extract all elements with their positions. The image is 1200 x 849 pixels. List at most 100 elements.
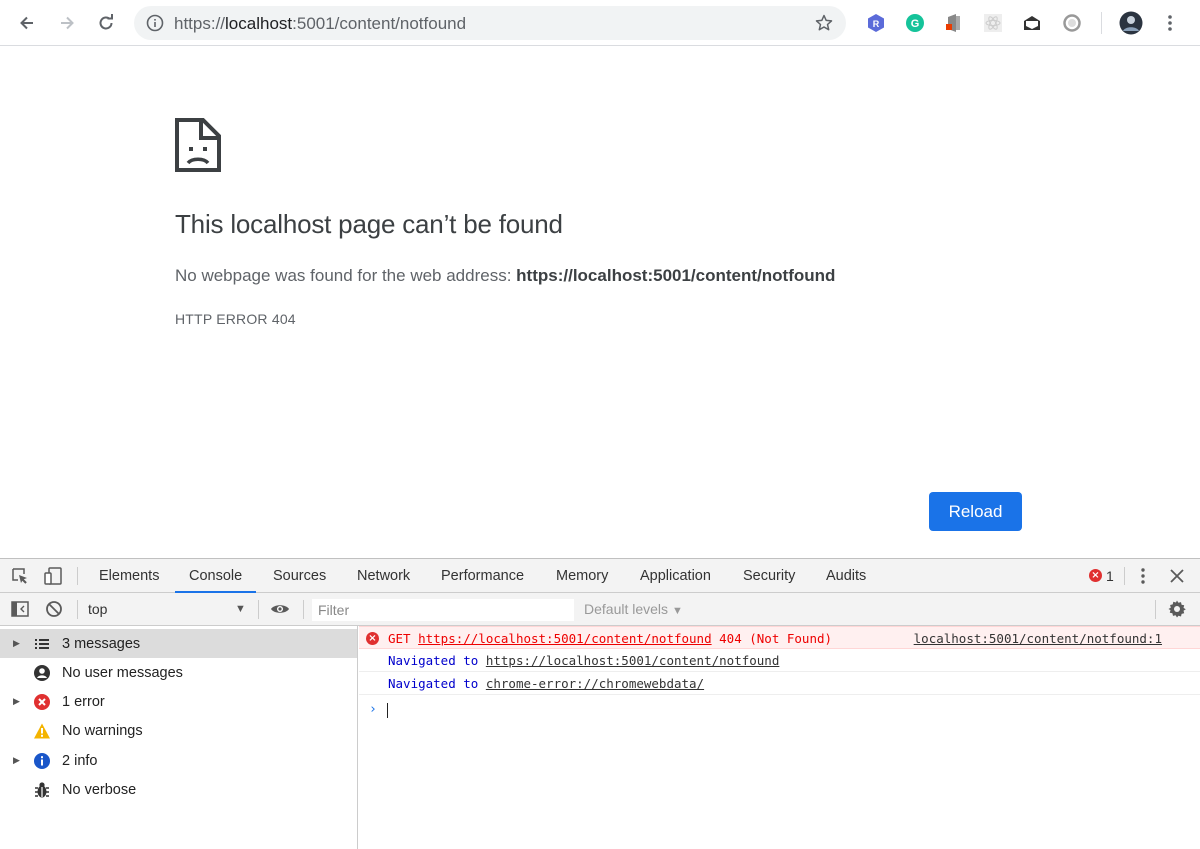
info-icon [33,752,51,770]
error-text: GET https://localhost:5001/content/notfo… [388,627,832,650]
reload-toolbar-button[interactable] [90,7,122,39]
console-sidebar: ▶ 3 messages No user messages ▶ 1 error … [0,626,358,849]
browser-menu-icon[interactable] [1160,13,1180,33]
user-icon [33,664,51,682]
log-levels-dropdown[interactable]: Default levels ▼ [584,601,683,617]
sidebar-item-label: 2 info [62,752,98,769]
tab-console[interactable]: Console [175,559,257,593]
sidebar-item-warnings[interactable]: No warnings [0,716,357,745]
navigated-label: Navigated to [388,653,479,668]
back-button[interactable] [11,7,43,39]
error-counter-icon: × [1089,569,1102,582]
address-bar[interactable]: https://localhost:5001/content/notfound [134,6,846,40]
toolbar-separator [303,600,304,619]
url-host: localhost [225,14,293,33]
log-levels-label: Default levels [584,601,669,617]
tab-application[interactable]: Application [640,559,711,593]
expand-triangle-icon[interactable]: ▶ [13,755,20,766]
tab-audits[interactable]: Audits [826,559,866,593]
console-error-message: × GET https://localhost:5001/content/not… [359,626,1200,649]
reload-button[interactable]: Reload [929,492,1022,531]
refresh-icon [99,14,113,30]
tab-memory[interactable]: Memory [556,559,608,593]
sidebar-item-label: No warnings [62,722,143,739]
forward-arrow-icon [61,16,74,30]
context-dropdown-icon[interactable]: ▼ [235,603,246,615]
console-info-message: Navigated to https://localhost:5001/cont… [359,649,1200,672]
console-info-message: Navigated to chrome-error://chromewebdat… [359,672,1200,695]
expand-triangle-icon[interactable]: ▶ [13,638,20,649]
navigated-url-link[interactable]: chrome-error://chromewebdata/ [486,676,704,691]
sidebar-item-label: 1 error [62,693,105,710]
warning-icon [33,722,51,740]
console-prompt-icon: › [369,702,377,717]
toggle-sidebar-icon[interactable] [10,599,30,619]
tab-sources[interactable]: Sources [273,559,326,593]
mail-extension-icon[interactable] [1022,13,1042,33]
error-title: This localhost page can’t be found [175,209,563,239]
filter-input[interactable] [312,599,574,621]
toolbar-separator [258,600,259,619]
error-icon: × [366,632,379,645]
console-input-caret[interactable] [387,703,388,718]
toolbar-separator [77,600,78,619]
expand-triangle-icon[interactable]: ▶ [13,696,20,707]
console-settings-gear-icon[interactable] [1167,599,1187,619]
sidebar-item-errors[interactable]: ▶ 1 error [0,687,357,716]
extension-r-icon[interactable]: R [866,13,886,33]
bookmark-star-icon[interactable] [814,13,834,33]
chevron-down-icon: ▼ [671,605,683,617]
back-arrow-icon [20,16,33,30]
error-source-link[interactable]: localhost:5001/content/notfound:1 [914,627,1162,650]
devtools-menu-icon[interactable] [1133,566,1153,586]
address-url[interactable]: https://localhost:5001/content/notfound [174,14,466,34]
grammarly-extension-icon[interactable]: G [905,13,925,33]
sidebar-item-info[interactable]: ▶ 2 info [0,746,357,775]
browser-toolbar: https://localhost:5001/content/notfound … [0,0,1200,46]
request-url-link[interactable]: https://localhost:5001/content/notfound [418,631,712,646]
url-path: :5001/content/notfound [292,14,467,33]
navigated-url-link[interactable]: https://localhost:5001/content/notfound [486,653,780,668]
tab-performance[interactable]: Performance [441,559,524,593]
sidebar-item-label: No verbose [62,781,137,798]
url-scheme: https:// [174,14,226,33]
error-message: No webpage was found for the web address… [175,266,835,286]
bug-icon [33,781,51,799]
tab-network[interactable]: Network [357,559,410,593]
error-icon [33,693,51,711]
list-icon [33,635,51,653]
toolbar-separator [1155,600,1156,619]
error-message-prefix: No webpage was found for the web address… [175,266,512,285]
sidebar-item-user-messages[interactable]: No user messages [0,658,357,687]
tab-security[interactable]: Security [743,559,795,593]
site-info-icon[interactable] [146,14,164,32]
sidebar-item-label: 3 messages [62,635,141,652]
live-expression-eye-icon[interactable] [270,599,290,619]
inspect-element-icon[interactable] [10,566,30,586]
toolbar-separator [1101,12,1102,34]
circle-extension-icon[interactable] [1062,13,1082,33]
profile-avatar[interactable] [1119,11,1143,35]
error-message-address: https://localhost:5001/content/notfound [516,266,836,285]
forward-button[interactable] [51,7,83,39]
console-output: × GET https://localhost:5001/content/not… [359,626,1200,849]
react-extension-icon[interactable] [983,13,1003,33]
sidebar-item-label: No user messages [62,664,183,681]
tab-separator [1124,567,1125,585]
navigated-label: Navigated to [388,676,479,691]
console-toolbar: top ▼ Default levels ▼ [0,593,1200,626]
device-toolbar-icon[interactable] [43,566,63,586]
request-method: GET [388,631,411,646]
sidebar-item-messages[interactable]: ▶ 3 messages [0,629,357,658]
tab-elements[interactable]: Elements [99,559,159,593]
sad-document-icon [175,118,221,172]
office-extension-icon[interactable] [944,13,964,33]
svg-text:G: G [911,18,920,30]
clear-console-icon[interactable] [44,599,64,619]
devtools-tabbar: Elements Console Sources Network Perform… [0,559,1200,593]
close-devtools-icon[interactable] [1167,566,1187,586]
context-selector[interactable]: top [88,601,107,617]
sidebar-item-verbose[interactable]: No verbose [0,775,357,804]
devtools-panel: Elements Console Sources Network Perform… [0,558,1200,849]
error-counter[interactable]: × 1 [1088,568,1118,584]
